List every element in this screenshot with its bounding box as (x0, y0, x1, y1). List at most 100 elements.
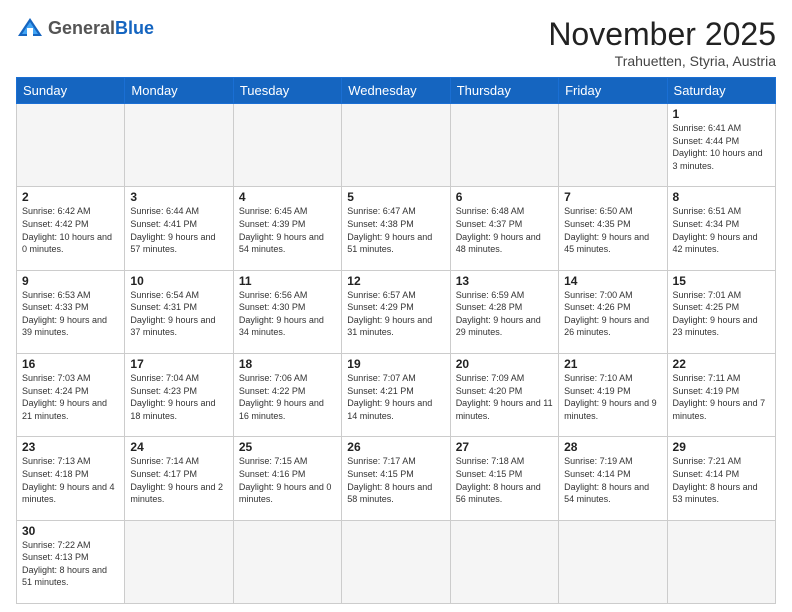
day-number: 11 (239, 274, 336, 288)
calendar-week-4: 23Sunrise: 7:13 AM Sunset: 4:18 PM Dayli… (17, 437, 776, 520)
location: Trahuetten, Styria, Austria (548, 53, 776, 69)
day-info: Sunrise: 6:42 AM Sunset: 4:42 PM Dayligh… (22, 205, 119, 255)
day-number: 23 (22, 440, 119, 454)
day-info: Sunrise: 6:47 AM Sunset: 4:38 PM Dayligh… (347, 205, 444, 255)
day-number: 22 (673, 357, 770, 371)
day-info: Sunrise: 7:03 AM Sunset: 4:24 PM Dayligh… (22, 372, 119, 422)
logo: GeneralBlue (16, 16, 154, 40)
table-row: 10Sunrise: 6:54 AM Sunset: 4:31 PM Dayli… (125, 270, 233, 353)
header-friday: Friday (559, 78, 667, 104)
header-monday: Monday (125, 78, 233, 104)
table-row: 22Sunrise: 7:11 AM Sunset: 4:19 PM Dayli… (667, 353, 775, 436)
logo-blue-text: Blue (115, 18, 154, 38)
table-row: 23Sunrise: 7:13 AM Sunset: 4:18 PM Dayli… (17, 437, 125, 520)
table-row: 2Sunrise: 6:42 AM Sunset: 4:42 PM Daylig… (17, 187, 125, 270)
day-info: Sunrise: 7:11 AM Sunset: 4:19 PM Dayligh… (673, 372, 770, 422)
day-number: 4 (239, 190, 336, 204)
day-info: Sunrise: 7:17 AM Sunset: 4:15 PM Dayligh… (347, 455, 444, 505)
day-info: Sunrise: 6:44 AM Sunset: 4:41 PM Dayligh… (130, 205, 227, 255)
table-row: 3Sunrise: 6:44 AM Sunset: 4:41 PM Daylig… (125, 187, 233, 270)
table-row: 20Sunrise: 7:09 AM Sunset: 4:20 PM Dayli… (450, 353, 558, 436)
day-info: Sunrise: 7:22 AM Sunset: 4:13 PM Dayligh… (22, 539, 119, 589)
day-info: Sunrise: 6:56 AM Sunset: 4:30 PM Dayligh… (239, 289, 336, 339)
table-row (17, 104, 125, 187)
day-info: Sunrise: 7:21 AM Sunset: 4:14 PM Dayligh… (673, 455, 770, 505)
table-row: 18Sunrise: 7:06 AM Sunset: 4:22 PM Dayli… (233, 353, 341, 436)
calendar: Sunday Monday Tuesday Wednesday Thursday… (16, 77, 776, 604)
table-row (450, 104, 558, 187)
day-info: Sunrise: 6:45 AM Sunset: 4:39 PM Dayligh… (239, 205, 336, 255)
day-number: 1 (673, 107, 770, 121)
calendar-week-1: 2Sunrise: 6:42 AM Sunset: 4:42 PM Daylig… (17, 187, 776, 270)
logo-text: GeneralBlue (48, 19, 154, 37)
table-row: 12Sunrise: 6:57 AM Sunset: 4:29 PM Dayli… (342, 270, 450, 353)
day-number: 15 (673, 274, 770, 288)
day-info: Sunrise: 7:10 AM Sunset: 4:19 PM Dayligh… (564, 372, 661, 422)
table-row: 25Sunrise: 7:15 AM Sunset: 4:16 PM Dayli… (233, 437, 341, 520)
table-row: 19Sunrise: 7:07 AM Sunset: 4:21 PM Dayli… (342, 353, 450, 436)
table-row (667, 520, 775, 603)
day-info: Sunrise: 6:48 AM Sunset: 4:37 PM Dayligh… (456, 205, 553, 255)
day-info: Sunrise: 6:54 AM Sunset: 4:31 PM Dayligh… (130, 289, 227, 339)
day-number: 3 (130, 190, 227, 204)
table-row: 14Sunrise: 7:00 AM Sunset: 4:26 PM Dayli… (559, 270, 667, 353)
table-row: 16Sunrise: 7:03 AM Sunset: 4:24 PM Dayli… (17, 353, 125, 436)
day-info: Sunrise: 7:07 AM Sunset: 4:21 PM Dayligh… (347, 372, 444, 422)
day-info: Sunrise: 6:59 AM Sunset: 4:28 PM Dayligh… (456, 289, 553, 339)
table-row: 21Sunrise: 7:10 AM Sunset: 4:19 PM Dayli… (559, 353, 667, 436)
day-number: 28 (564, 440, 661, 454)
header-tuesday: Tuesday (233, 78, 341, 104)
day-number: 18 (239, 357, 336, 371)
day-info: Sunrise: 7:18 AM Sunset: 4:15 PM Dayligh… (456, 455, 553, 505)
table-row: 29Sunrise: 7:21 AM Sunset: 4:14 PM Dayli… (667, 437, 775, 520)
day-info: Sunrise: 6:53 AM Sunset: 4:33 PM Dayligh… (22, 289, 119, 339)
table-row (125, 520, 233, 603)
day-number: 10 (130, 274, 227, 288)
logo-icon (16, 16, 44, 40)
day-number: 20 (456, 357, 553, 371)
day-number: 30 (22, 524, 119, 538)
day-number: 16 (22, 357, 119, 371)
table-row: 7Sunrise: 6:50 AM Sunset: 4:35 PM Daylig… (559, 187, 667, 270)
table-row: 28Sunrise: 7:19 AM Sunset: 4:14 PM Dayli… (559, 437, 667, 520)
day-info: Sunrise: 6:50 AM Sunset: 4:35 PM Dayligh… (564, 205, 661, 255)
table-row: 17Sunrise: 7:04 AM Sunset: 4:23 PM Dayli… (125, 353, 233, 436)
table-row (559, 104, 667, 187)
table-row: 8Sunrise: 6:51 AM Sunset: 4:34 PM Daylig… (667, 187, 775, 270)
day-info: Sunrise: 6:57 AM Sunset: 4:29 PM Dayligh… (347, 289, 444, 339)
title-block: November 2025 Trahuetten, Styria, Austri… (548, 16, 776, 69)
day-number: 5 (347, 190, 444, 204)
logo-general-text: General (48, 18, 115, 38)
day-number: 9 (22, 274, 119, 288)
table-row: 13Sunrise: 6:59 AM Sunset: 4:28 PM Dayli… (450, 270, 558, 353)
table-row: 9Sunrise: 6:53 AM Sunset: 4:33 PM Daylig… (17, 270, 125, 353)
calendar-week-2: 9Sunrise: 6:53 AM Sunset: 4:33 PM Daylig… (17, 270, 776, 353)
month-title: November 2025 (548, 16, 776, 53)
table-row: 4Sunrise: 6:45 AM Sunset: 4:39 PM Daylig… (233, 187, 341, 270)
day-info: Sunrise: 7:00 AM Sunset: 4:26 PM Dayligh… (564, 289, 661, 339)
header-thursday: Thursday (450, 78, 558, 104)
table-row (342, 104, 450, 187)
table-row: 27Sunrise: 7:18 AM Sunset: 4:15 PM Dayli… (450, 437, 558, 520)
day-info: Sunrise: 7:15 AM Sunset: 4:16 PM Dayligh… (239, 455, 336, 505)
header: GeneralBlue November 2025 Trahuetten, St… (16, 16, 776, 69)
table-row (559, 520, 667, 603)
table-row: 26Sunrise: 7:17 AM Sunset: 4:15 PM Dayli… (342, 437, 450, 520)
table-row: 15Sunrise: 7:01 AM Sunset: 4:25 PM Dayli… (667, 270, 775, 353)
day-number: 8 (673, 190, 770, 204)
calendar-week-3: 16Sunrise: 7:03 AM Sunset: 4:24 PM Dayli… (17, 353, 776, 436)
day-number: 6 (456, 190, 553, 204)
day-number: 13 (456, 274, 553, 288)
table-row: 5Sunrise: 6:47 AM Sunset: 4:38 PM Daylig… (342, 187, 450, 270)
day-info: Sunrise: 7:01 AM Sunset: 4:25 PM Dayligh… (673, 289, 770, 339)
day-number: 19 (347, 357, 444, 371)
day-number: 24 (130, 440, 227, 454)
table-row (450, 520, 558, 603)
table-row: 6Sunrise: 6:48 AM Sunset: 4:37 PM Daylig… (450, 187, 558, 270)
table-row: 1Sunrise: 6:41 AM Sunset: 4:44 PM Daylig… (667, 104, 775, 187)
table-row: 24Sunrise: 7:14 AM Sunset: 4:17 PM Dayli… (125, 437, 233, 520)
table-row (342, 520, 450, 603)
day-number: 27 (456, 440, 553, 454)
header-saturday: Saturday (667, 78, 775, 104)
header-sunday: Sunday (17, 78, 125, 104)
